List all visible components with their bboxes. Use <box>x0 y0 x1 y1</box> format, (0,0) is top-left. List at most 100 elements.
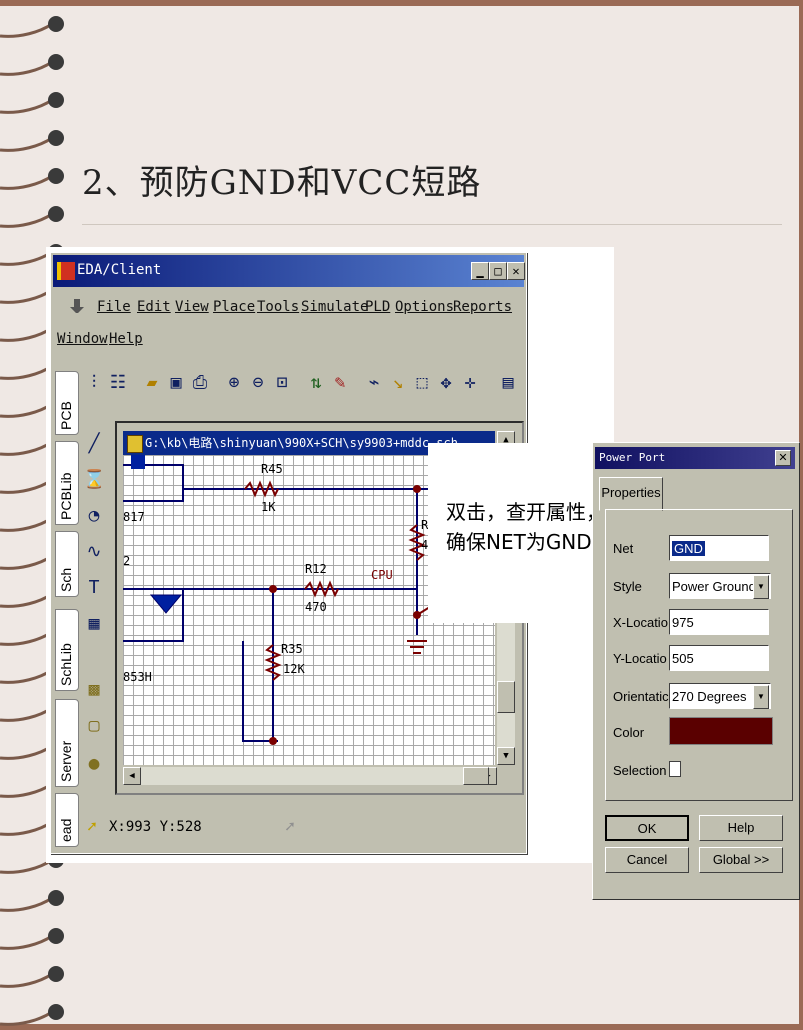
led-symbol <box>149 594 183 614</box>
print-icon[interactable]: ⎙ <box>191 371 209 395</box>
select-area-icon[interactable]: ⬚ <box>413 371 431 395</box>
net-input[interactable]: GND <box>669 535 769 561</box>
save-icon[interactable]: ▣ <box>167 371 185 395</box>
up-down-icon[interactable]: ⇅ <box>307 371 325 395</box>
menu-options[interactable]: Options <box>395 299 454 315</box>
arc-icon[interactable]: ◔ <box>83 505 105 529</box>
app-icon <box>57 262 75 280</box>
crosshair-icon[interactable]: ✛ <box>461 371 479 395</box>
binder-hole <box>48 168 64 184</box>
window-titlebar[interactable]: EDA/Client ▁ □ ✕ <box>53 255 525 287</box>
maximize-button[interactable]: □ <box>489 262 507 280</box>
close-button[interactable]: ✕ <box>507 262 525 280</box>
menu-file[interactable]: File <box>97 299 131 315</box>
binder-hole <box>48 966 64 982</box>
open-folder-icon[interactable]: ▰ <box>143 371 161 395</box>
drawing-tools: ╱ ⌛ ◔ ∿ T ▦ ▩ ▢ ● <box>79 423 109 803</box>
zoom-in-icon[interactable]: ⊕ <box>225 371 243 395</box>
style-label: Style <box>613 579 642 594</box>
power-port-dialog: Power Port ✕ Properties Net GND Style Po… <box>592 442 800 900</box>
y-location-input[interactable]: 505 <box>669 645 769 671</box>
menu-help[interactable]: Help <box>109 331 143 347</box>
tab-sch[interactable]: Sch <box>55 531 79 597</box>
label-1k: 1K <box>261 500 276 514</box>
pen-icon[interactable]: ✎ <box>331 371 349 395</box>
orientation-select[interactable]: 270 Degrees ▼ <box>669 683 771 709</box>
help-button[interactable]: Help <box>699 815 783 841</box>
ok-button[interactable]: OK <box>605 815 689 841</box>
tab-pcblib[interactable]: PCBLib <box>55 441 79 525</box>
menu-window[interactable]: Window <box>57 331 108 347</box>
spiral-wire <box>0 288 53 304</box>
menu-tools[interactable]: Tools <box>257 299 299 315</box>
diode-symbol <box>131 455 145 469</box>
rounded-rect-icon[interactable]: ▢ <box>83 715 105 739</box>
text-frame-icon[interactable]: ▦ <box>83 613 105 637</box>
spiral-wire <box>0 820 53 836</box>
zoom-out-icon[interactable]: ⊖ <box>249 371 267 395</box>
menu-simulate[interactable]: Simulate <box>301 299 368 315</box>
move-icon[interactable]: ✥ <box>437 371 455 395</box>
selection-label: Selection <box>613 763 667 778</box>
binder-hole <box>48 92 64 108</box>
menu-pld[interactable]: PLD <box>365 299 390 315</box>
binder-hole <box>48 16 64 32</box>
spiral-wire <box>0 554 53 570</box>
callout-line-2: 确保NET为GND <box>446 530 592 554</box>
label-r35: R35 <box>281 642 303 656</box>
horizontal-scroll-thumb[interactable] <box>463 767 489 785</box>
tab-schlib[interactable]: SchLib <box>55 609 79 691</box>
selection-checkbox[interactable] <box>669 761 681 777</box>
tab-sch-label: Sch <box>58 567 74 592</box>
scroll-left-button[interactable]: ◀ <box>123 767 141 785</box>
orientation-value: 270 Degrees <box>672 689 747 704</box>
sheet-icon[interactable]: ☷ <box>109 371 127 395</box>
callout-line-1: 双击，查开属性， <box>446 500 606 524</box>
x-location-input[interactable]: 975 <box>669 609 769 635</box>
tab-ead[interactable]: ead <box>55 793 79 847</box>
pointer-icon: ➚ <box>285 817 295 836</box>
dialog-title: Power Port <box>599 451 666 464</box>
color-swatch[interactable] <box>669 717 773 745</box>
spiral-wire <box>0 174 53 190</box>
rectangle-icon[interactable]: ▩ <box>83 679 105 703</box>
dialog-close-button[interactable]: ✕ <box>775 450 791 466</box>
global-button[interactable]: Global >> <box>699 847 783 873</box>
label-817: 817 <box>123 510 145 524</box>
wire-icon[interactable]: ⌁ <box>365 371 383 395</box>
dialog-titlebar[interactable]: Power Port ✕ <box>595 447 795 469</box>
spiral-wire <box>0 934 53 950</box>
menu-place[interactable]: Place <box>213 299 255 315</box>
menu-view[interactable]: View <box>175 299 209 315</box>
chevron-down-icon[interactable]: ▼ <box>753 685 769 709</box>
menu-reports[interactable]: Reports <box>453 299 512 315</box>
label-12k: 12K <box>283 662 305 676</box>
polygon-icon[interactable]: ⌛ <box>83 469 105 493</box>
horizontal-scrollbar[interactable]: ◀ ▶ <box>123 767 497 785</box>
hierarchy-icon[interactable]: ⫶ <box>85 371 103 395</box>
library-icon[interactable]: ▤ <box>499 371 517 395</box>
spiral-wire <box>0 896 53 912</box>
tab-properties[interactable]: Properties <box>599 477 663 511</box>
style-select[interactable]: Power Ground ▼ <box>669 573 771 599</box>
tab-pcb[interactable]: PCB <box>55 371 79 435</box>
minimize-button[interactable]: ▁ <box>471 262 489 280</box>
bezier-icon[interactable]: ∿ <box>83 541 105 565</box>
line-icon[interactable]: ╱ <box>83 433 105 457</box>
tab-pcblib-label: PCBLib <box>58 472 74 520</box>
tab-server[interactable]: Server <box>55 699 79 787</box>
probe-icon[interactable]: ↘ <box>389 371 407 395</box>
scroll-down-button[interactable]: ▼ <box>497 747 515 765</box>
zoom-fit-icon[interactable]: ⊡ <box>273 371 291 395</box>
spiral-wire <box>0 706 53 722</box>
tab-ead-label: ead <box>58 818 74 842</box>
ellipse-icon[interactable]: ● <box>83 753 105 777</box>
cancel-button[interactable]: Cancel <box>605 847 689 873</box>
text-icon[interactable]: T <box>83 577 105 601</box>
label-r45: R45 <box>261 462 283 476</box>
vertical-scroll-thumb[interactable] <box>497 681 515 713</box>
label-853h: 853H <box>123 670 152 684</box>
binder-hole <box>48 206 64 222</box>
chevron-down-icon[interactable]: ▼ <box>753 575 769 599</box>
menu-edit[interactable]: Edit <box>137 299 171 315</box>
